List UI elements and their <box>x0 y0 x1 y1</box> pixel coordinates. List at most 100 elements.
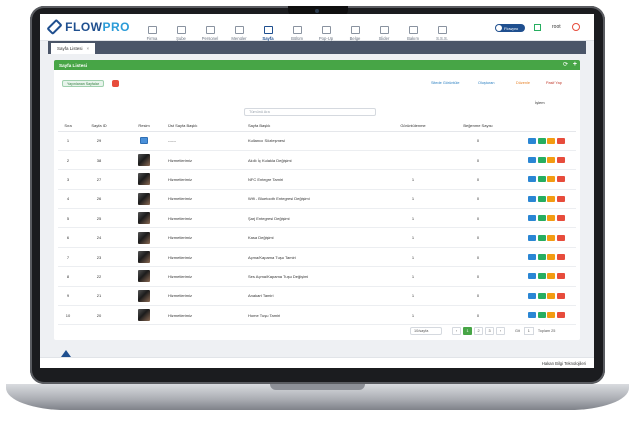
view-site-button[interactable] <box>528 176 536 183</box>
view-site-button[interactable] <box>528 137 536 144</box>
page-thumbnail[interactable] <box>138 212 150 225</box>
passive-button[interactable] <box>556 215 565 222</box>
edit-button[interactable] <box>547 273 555 280</box>
table-row[interactable]: 1 29 ------ Kullanıcı Sözleşmesi 0 <box>58 131 576 151</box>
fullscreen-icon[interactable] <box>534 24 541 31</box>
col-sira[interactable]: Sıra <box>58 120 78 132</box>
table-row[interactable]: 3 27 Hizmetlerimiz NFC Entegre Tamiri 1 0 <box>58 169 576 190</box>
logo[interactable]: FLOWPRO <box>46 18 130 36</box>
creator-button[interactable] <box>537 215 546 222</box>
scroll-top-icon[interactable] <box>61 350 71 357</box>
user-name[interactable]: root <box>552 24 561 30</box>
page-thumbnail[interactable] <box>138 309 150 322</box>
logout-icon[interactable] <box>572 23 580 31</box>
col-begenme[interactable]: Beğenme Sayısı <box>438 120 518 132</box>
table-row[interactable]: 5 25 Hizmetlerimiz Şarj Entegresi Değişimi 1… <box>58 208 576 229</box>
creator-button[interactable] <box>537 176 546 183</box>
passive-button[interactable] <box>556 195 565 202</box>
unpublished-filter-icon[interactable] <box>112 80 119 87</box>
page-thumbnail[interactable] <box>138 173 150 186</box>
creator-button[interactable] <box>537 195 546 202</box>
published-pages-filter[interactable]: Yayınlanan Sayfalar <box>62 80 104 87</box>
nav-item-firma[interactable]: Firma <box>140 17 164 41</box>
creator-button[interactable] <box>537 312 546 319</box>
passive-button[interactable] <box>556 157 565 164</box>
nav-item-slider[interactable]: Slider <box>372 17 396 41</box>
image-placeholder-icon[interactable] <box>140 137 148 145</box>
table-row[interactable]: 4 26 Hizmetlerimiz Wifi - Bluetooth Entegre… <box>58 189 576 210</box>
col-sayfa-baslik[interactable]: Sayfa Başlık <box>248 120 388 132</box>
nav-item-sayfa[interactable]: Sayfa <box>256 17 280 41</box>
nav-item-şube[interactable]: Şube <box>169 17 193 41</box>
nav-item-pop-up[interactable]: Pop-Up <box>314 17 338 41</box>
edit-button[interactable] <box>547 195 555 202</box>
view-site-button[interactable] <box>528 195 536 202</box>
view-site-button[interactable] <box>528 234 536 241</box>
table-row[interactable]: 9 21 Hizmetlerimiz Anakart Tamiri 1 0 <box>58 286 576 307</box>
next-page-button[interactable]: › <box>496 327 505 335</box>
edit-button[interactable] <box>547 215 555 222</box>
site-view-link[interactable]: Sitede Görüntüle <box>431 81 460 85</box>
nav-item-personel[interactable]: Personel <box>198 17 222 41</box>
passive-button[interactable] <box>556 312 565 319</box>
edit-button[interactable] <box>547 157 555 164</box>
view-site-button[interactable] <box>528 254 536 261</box>
goto-page-input[interactable]: 1 <box>523 327 534 335</box>
creator-button[interactable] <box>537 292 546 299</box>
creator-button[interactable] <box>537 254 546 261</box>
page-thumbnail[interactable] <box>138 231 150 244</box>
edit-link[interactable]: Düzenle <box>516 81 530 85</box>
nav-item-bölüm[interactable]: Bölüm <box>285 17 309 41</box>
flowpro-toggle[interactable]: Flowpro <box>495 24 525 32</box>
view-site-button[interactable] <box>528 312 536 319</box>
nav-item-menüler[interactable]: Menüler <box>227 17 251 41</box>
edit-button[interactable] <box>547 176 555 183</box>
refresh-icon[interactable]: ⟳ <box>563 62 568 68</box>
passive-button[interactable] <box>556 292 565 299</box>
edit-button[interactable] <box>547 137 555 144</box>
col-sayfa-id[interactable]: Sayfa ID <box>78 120 120 132</box>
page-thumbnail[interactable] <box>138 192 150 205</box>
table-row[interactable]: 2 38 Hizmetlerimiz Akıllı İç Kulakla Değişi… <box>58 150 576 171</box>
page-button-2[interactable]: 2 <box>474 327 483 335</box>
passive-button[interactable] <box>556 176 565 183</box>
make-passive-link[interactable]: Pasif Yap <box>546 81 562 85</box>
creator-button[interactable] <box>537 273 546 280</box>
view-site-button[interactable] <box>528 157 536 164</box>
page-thumbnail[interactable] <box>138 154 150 167</box>
creator-button[interactable] <box>537 157 546 164</box>
table-row[interactable]: 7 23 Hizmetlerimiz Açma/Kapama Tuşu Tamiri 1… <box>58 247 576 268</box>
nav-item-belge[interactable]: Belge <box>343 17 367 41</box>
creator-button[interactable] <box>537 137 546 144</box>
creator-button[interactable] <box>537 234 546 241</box>
edit-button[interactable] <box>547 292 555 299</box>
view-site-button[interactable] <box>528 292 536 299</box>
per-page-select[interactable]: 10/sayfa <box>410 327 442 335</box>
passive-button[interactable] <box>556 234 565 241</box>
search-input[interactable]: Tümünü Ara <box>244 108 376 116</box>
col-goruntulenme[interactable]: Görüntülenme <box>388 120 438 132</box>
edit-button[interactable] <box>547 312 555 319</box>
page-thumbnail[interactable] <box>138 289 150 302</box>
nav-item-bakım[interactable]: Bakım <box>401 17 425 41</box>
page-thumbnail[interactable] <box>138 251 150 264</box>
passive-button[interactable] <box>556 254 565 261</box>
creator-link[interactable]: Oluşturan <box>478 81 494 85</box>
passive-button[interactable] <box>556 137 565 144</box>
page-button-3[interactable]: 3 <box>485 327 494 335</box>
view-site-button[interactable] <box>528 273 536 280</box>
table-row[interactable]: 8 22 Hizmetlerimiz Ses Açma/Kapama Tuşu Değ… <box>58 266 576 287</box>
edit-button[interactable] <box>547 254 555 261</box>
view-site-button[interactable] <box>528 215 536 222</box>
add-icon[interactable]: + <box>573 61 577 68</box>
tab-sayfa-listesi[interactable]: Sayfa Listesi × <box>51 43 96 54</box>
table-row[interactable]: 6 24 Hizmetlerimiz Kasa Değişimi 1 0 <box>58 227 576 248</box>
edit-button[interactable] <box>547 234 555 241</box>
nav-item-s-s-s-[interactable]: S.S.S. <box>430 17 454 41</box>
col-ust-sayfa[interactable]: Üst Sayfa Başlık <box>168 120 248 132</box>
page-button-1[interactable]: 1 <box>463 327 472 335</box>
close-icon[interactable]: × <box>87 46 90 51</box>
passive-button[interactable] <box>556 273 565 280</box>
table-row[interactable]: 10 20 Hizmetlerimiz Home Tuşu Tamiri 1 0 <box>58 305 576 326</box>
prev-page-button[interactable]: ‹ <box>452 327 461 335</box>
